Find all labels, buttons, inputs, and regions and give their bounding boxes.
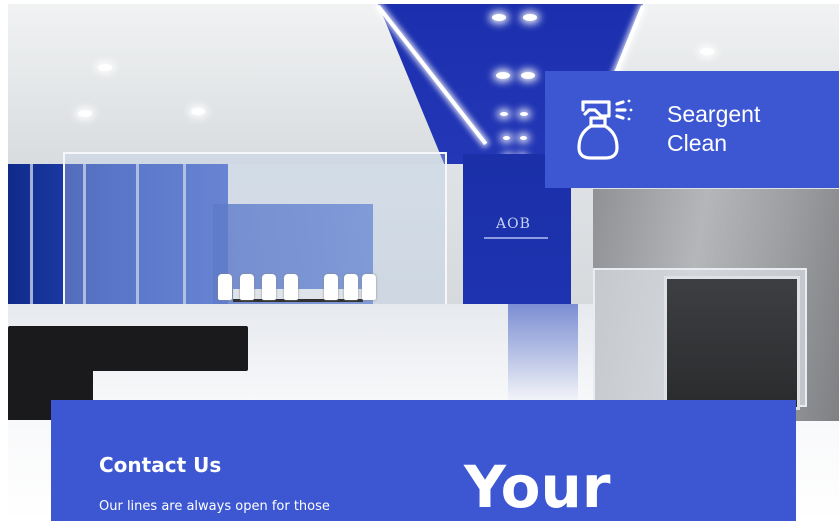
contact-heading: Contact Us xyxy=(99,453,222,477)
brand-name-line-1: Seargent xyxy=(667,101,761,127)
brand-logo-card: Seargent Clean xyxy=(545,71,839,188)
ceiling-light xyxy=(500,112,508,116)
ceiling-light xyxy=(191,108,205,115)
ceiling-light xyxy=(503,136,510,140)
brand-name-line-2: Clean xyxy=(667,130,728,156)
spray-bottle-icon xyxy=(577,99,633,160)
ceiling-light xyxy=(98,64,112,71)
contact-description: Our lines are always open for those xyxy=(99,499,330,514)
window-mullion xyxy=(30,164,33,314)
ceiling-light xyxy=(520,136,527,140)
contact-panel: Contact Us Our lines are always open for… xyxy=(51,400,796,521)
office-chair xyxy=(284,274,298,300)
office-chair xyxy=(344,274,358,300)
ceiling-light xyxy=(700,48,714,55)
office-chair xyxy=(362,274,376,300)
office-chair xyxy=(218,274,232,300)
ceiling-light xyxy=(520,112,528,116)
ceiling-light xyxy=(523,14,537,21)
ceiling-light xyxy=(78,110,92,117)
reception-panel xyxy=(664,276,800,410)
floor-reflection xyxy=(508,304,578,404)
ceiling-light xyxy=(521,72,535,79)
office-chair xyxy=(324,274,338,300)
brand-name: Seargent Clean xyxy=(667,100,827,158)
ceiling-light xyxy=(496,72,510,79)
wall-logo-mark: AOB xyxy=(496,216,531,232)
office-chair xyxy=(240,274,254,300)
ceiling-light xyxy=(492,14,506,21)
wall-logo-underline xyxy=(484,237,548,239)
headline-text: Your xyxy=(464,453,611,521)
office-chair xyxy=(262,274,276,300)
